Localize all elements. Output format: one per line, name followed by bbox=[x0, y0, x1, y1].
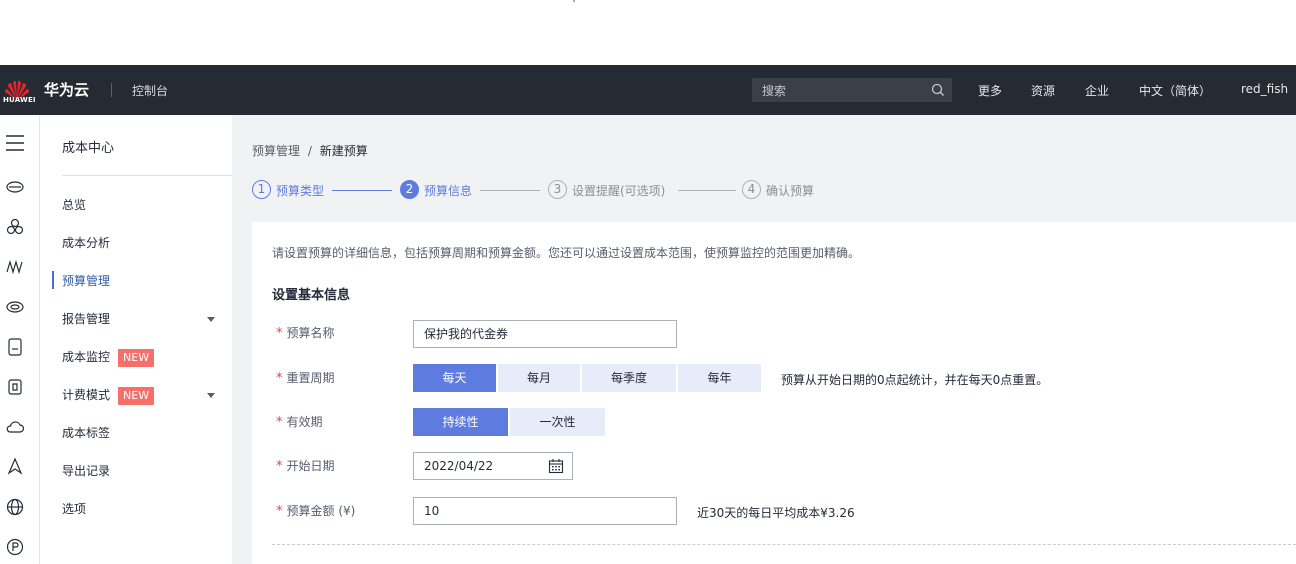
required-mark: * bbox=[276, 459, 283, 474]
sidebar-item-cost-monitoring[interactable]: 成本监控 NEW bbox=[62, 347, 155, 367]
sidebar-item-label: 计费模式 bbox=[62, 388, 111, 402]
period-option-daily[interactable]: 每天 bbox=[413, 364, 496, 392]
budget-name-input[interactable]: 保护我的代金券 bbox=[413, 320, 677, 348]
sidebar-item-cost-analysis[interactable]: 成本分析 bbox=[62, 233, 110, 253]
database-icon[interactable] bbox=[5, 297, 25, 317]
period-option-monthly[interactable]: 每月 bbox=[498, 364, 580, 392]
start-date-picker[interactable]: 2022/04/22 bbox=[413, 452, 573, 480]
required-mark: * bbox=[276, 415, 283, 430]
sidebar-item-overview[interactable]: 总览 bbox=[62, 195, 86, 215]
active-indicator bbox=[52, 271, 54, 289]
cluster-icon[interactable] bbox=[5, 217, 25, 237]
step-1-label: 预算类型 bbox=[276, 184, 325, 198]
brand-name[interactable]: 华为云 bbox=[44, 79, 89, 100]
console-link[interactable]: 控制台 bbox=[132, 82, 168, 99]
nav-resources[interactable]: 资源 bbox=[1031, 82, 1055, 99]
sidebar-item-budget-management[interactable]: 预算管理 bbox=[62, 271, 110, 291]
cloud-icon[interactable] bbox=[5, 417, 25, 437]
budget-amount-label: * 预算金额 (¥) bbox=[276, 502, 355, 519]
label-text: 重置周期 bbox=[286, 371, 335, 385]
step-connector bbox=[678, 190, 736, 191]
nav-user[interactable]: red_fish bbox=[1241, 82, 1288, 96]
sidebar-item-export-records[interactable]: 导出记录 bbox=[62, 461, 110, 481]
label-text: 预算名称 bbox=[286, 326, 335, 340]
menu-icon[interactable] bbox=[4, 133, 26, 153]
breadcrumb: 预算管理 / 新建预算 bbox=[252, 142, 368, 159]
globe-icon[interactable] bbox=[5, 497, 25, 517]
budget-amount-input[interactable]: 10 bbox=[413, 497, 677, 525]
step-2-label: 预算信息 bbox=[424, 184, 473, 198]
required-mark: * bbox=[276, 326, 283, 341]
reset-period-label: * 重置周期 bbox=[276, 369, 335, 386]
new-badge: NEW bbox=[118, 348, 155, 367]
required-mark: * bbox=[276, 371, 283, 386]
window-top-blank bbox=[0, 0, 1296, 65]
sidebar-item-cost-tags[interactable]: 成本标签 bbox=[62, 423, 110, 443]
label-text: 预算金额 (¥) bbox=[286, 504, 356, 518]
sidebar-title: 成本中心 bbox=[62, 141, 115, 156]
calendar-icon[interactable] bbox=[548, 458, 564, 474]
nav-language[interactable]: 中文（简体） bbox=[1139, 82, 1211, 99]
budget-form-card: 请设置预算的详细信息，包括预算周期和预算金额。您还可以通过设置成本范围，使预算监… bbox=[252, 222, 1296, 564]
section-title: 设置基本信息 bbox=[272, 288, 351, 303]
search-input[interactable]: 搜索 bbox=[752, 78, 952, 102]
deploy-icon[interactable] bbox=[5, 457, 25, 477]
step-connector bbox=[480, 190, 540, 191]
label-text: 开始日期 bbox=[286, 459, 335, 473]
sidebar-divider bbox=[62, 175, 234, 176]
new-badge: NEW bbox=[118, 386, 155, 405]
step-4-label: 确认预算 bbox=[766, 184, 815, 198]
amount-hint: 近30天的每日平均成本¥3.26 bbox=[697, 506, 855, 520]
step-2-number: 2 bbox=[400, 180, 419, 199]
start-date-label: * 开始日期 bbox=[276, 457, 335, 474]
step-3-label: 设置提醒(可选项) bbox=[572, 184, 666, 198]
dot-mark bbox=[573, 0, 575, 2]
nav-more[interactable]: 更多 bbox=[978, 82, 1002, 99]
logo-text: HUAWEI bbox=[3, 96, 36, 104]
step-3-number: 3 bbox=[548, 180, 567, 199]
breadcrumb-separator: / bbox=[307, 144, 312, 158]
sidebar-item-options[interactable]: 选项 bbox=[62, 499, 86, 519]
validity-option-continuous[interactable]: 持续性 bbox=[413, 408, 508, 436]
sidebar-item-label: 成本监控 bbox=[62, 350, 111, 364]
chevron-down-icon[interactable] bbox=[207, 317, 215, 322]
required-mark: * bbox=[276, 504, 283, 519]
budget-name-label: * 预算名称 bbox=[276, 324, 335, 341]
p-icon[interactable] bbox=[5, 537, 25, 557]
validity-option-once[interactable]: 一次性 bbox=[510, 408, 605, 436]
sidebar-menu: 成本中心 总览 成本分析 预算管理 报告管理 成本监控 NEW 计费模式 NEW 成… bbox=[40, 115, 234, 564]
chevron-down-icon[interactable] bbox=[207, 393, 215, 398]
cloud-server-icon[interactable] bbox=[5, 177, 25, 197]
period-option-quarterly[interactable]: 每季度 bbox=[582, 364, 676, 392]
search-placeholder: 搜索 bbox=[762, 84, 787, 98]
main-content: 预算管理 / 新建预算 1 预算类型 2 预算信息 3 设置提醒(可选项) 4 … bbox=[232, 115, 1296, 564]
label-text: 有效期 bbox=[286, 415, 323, 429]
step-connector bbox=[332, 190, 392, 191]
step-4-number: 4 bbox=[742, 180, 761, 199]
sidebar-item-reports[interactable]: 报告管理 bbox=[62, 309, 110, 329]
section-divider bbox=[272, 544, 1296, 545]
network-icon[interactable] bbox=[5, 257, 25, 277]
container-icon[interactable] bbox=[5, 377, 25, 397]
storage-icon[interactable] bbox=[5, 337, 25, 357]
breadcrumb-parent[interactable]: 预算管理 bbox=[252, 144, 300, 158]
divider bbox=[111, 83, 112, 97]
service-icon-rail bbox=[0, 115, 40, 564]
start-date-value: 2022/04/22 bbox=[424, 459, 494, 473]
search-icon[interactable] bbox=[930, 82, 946, 98]
nav-enterprise[interactable]: 企业 bbox=[1085, 82, 1109, 99]
validity-label: * 有效期 bbox=[276, 413, 323, 430]
sidebar-item-billing-mode[interactable]: 计费模式 NEW bbox=[62, 385, 155, 405]
step-1-number: 1 bbox=[252, 180, 271, 199]
top-navigation-bar: HUAWEI 华为云 控制台 搜索 更多 资源 企业 中文（简体） red_fi… bbox=[0, 65, 1296, 115]
form-description: 请设置预算的详细信息，包括预算周期和预算金额。您还可以通过设置成本范围，使预算监… bbox=[272, 246, 861, 260]
period-option-yearly[interactable]: 每年 bbox=[678, 364, 761, 392]
period-hint: 预算从开始日期的0点起统计，并在每天0点重置。 bbox=[781, 373, 1049, 387]
breadcrumb-current: 新建预算 bbox=[319, 144, 368, 158]
